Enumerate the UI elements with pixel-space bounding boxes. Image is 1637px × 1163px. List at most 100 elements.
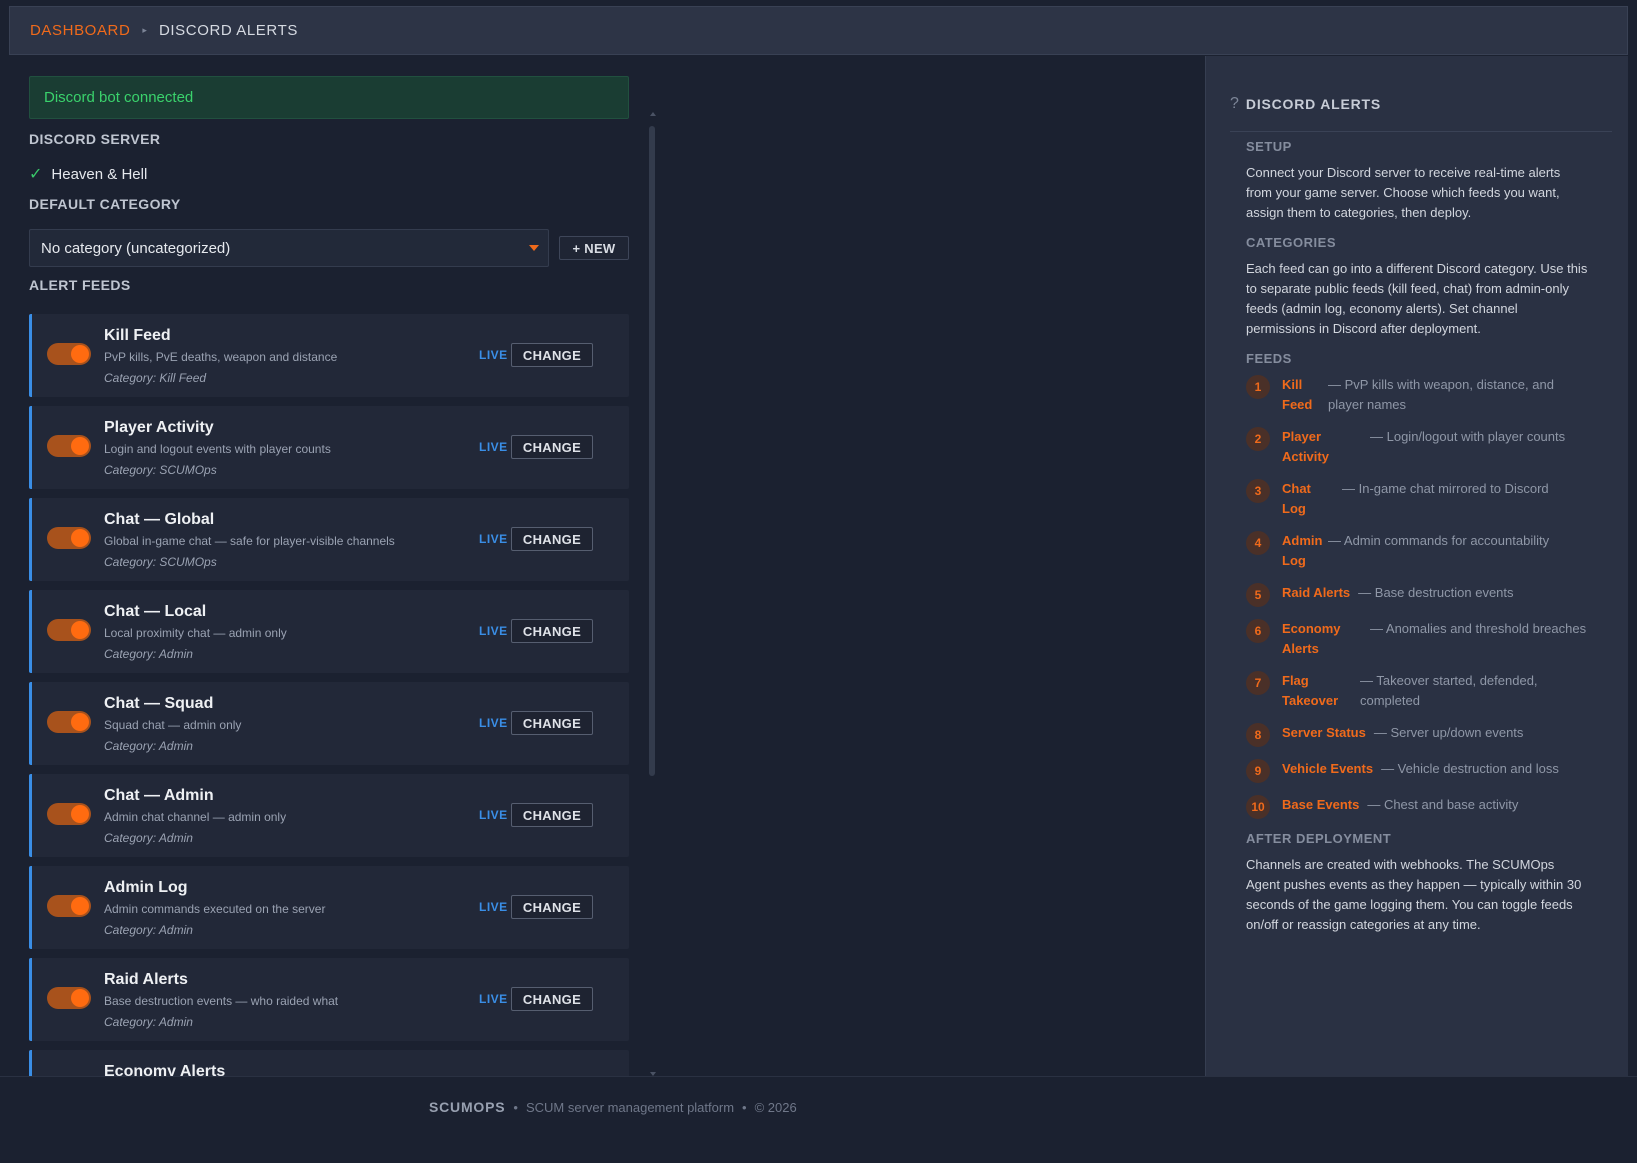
check-icon: ✓: [29, 166, 43, 183]
categories-heading: CATEGORIES: [1246, 235, 1336, 250]
help-feed-name: Chat Log: [1282, 481, 1311, 516]
change-category-button[interactable]: CHANGE: [511, 987, 593, 1011]
help-feed-text: Vehicle Events — Vehicle destruction and …: [1282, 759, 1559, 779]
feed-card: Admin Log Admin commands executed on the …: [29, 866, 629, 949]
help-feed-text: Admin Log — Admin commands for accountabi…: [1282, 531, 1549, 571]
footer-tagline: SCUM server management platform: [525, 1099, 735, 1115]
toggle-knob: [71, 529, 89, 547]
help-feed-description: — In-game chat mirrored to Discord: [1342, 481, 1549, 496]
feed-toggle[interactable]: [47, 895, 91, 917]
help-feed-name: Admin Log: [1282, 533, 1323, 568]
help-feed-name: Vehicle Events: [1282, 761, 1374, 776]
toggle-knob: [71, 345, 89, 363]
feed-card: Chat — Global Global in-game chat — safe …: [29, 498, 629, 581]
change-category-button[interactable]: CHANGE: [511, 435, 593, 459]
feed-description: Squad chat — admin only: [104, 718, 242, 732]
feed-card: Kill Feed PvP kills, PvE deaths, weapon a…: [29, 314, 629, 397]
categories-text: Each feed can go into a different Discor…: [1246, 261, 1588, 336]
default-category-label: DEFAULT CATEGORY: [29, 196, 181, 212]
feed-description: Admin chat channel — admin only: [104, 810, 287, 824]
default-category-value: No category (uncategorized): [41, 239, 231, 257]
feed-description: Base destruction events — who raided wha…: [104, 994, 339, 1008]
help-header: ? DISCORD ALERTS: [1230, 94, 1612, 132]
feed-number-badge: 1: [1246, 375, 1270, 399]
scrollbar-thumb[interactable]: [649, 126, 655, 776]
change-category-button[interactable]: CHANGE: [511, 803, 593, 827]
help-feed-list: 1 Kill Feed — PvP kills with weapon, dista…: [1246, 375, 1588, 819]
help-feed-description: — PvP kills with weapon, distance, and p…: [1328, 377, 1554, 412]
toggle-knob: [71, 437, 89, 455]
help-feed-description: — Takeover started, defended, completed: [1360, 673, 1538, 708]
feed-toggle[interactable]: [47, 527, 91, 549]
live-badge: LIVE: [479, 348, 508, 362]
feed-category: Category: Admin: [104, 831, 193, 845]
toggle-knob: [71, 897, 89, 915]
help-feed-item: 4 Admin Log — Admin commands for accountab…: [1246, 531, 1588, 571]
feed-title: Chat — Local: [104, 603, 207, 620]
feed-description: PvP kills, PvE deaths, weapon and distan…: [104, 350, 338, 364]
feed-card: Player Activity Login and logout events w…: [29, 406, 629, 489]
feed-toggle[interactable]: [47, 435, 91, 457]
help-feed-name: Kill Feed: [1282, 377, 1313, 412]
feed-toggle[interactable]: [47, 711, 91, 733]
help-feed-name: Player Activity: [1282, 429, 1329, 464]
feed-title: Raid Alerts: [104, 971, 188, 988]
live-badge: LIVE: [479, 624, 508, 638]
help-panel: ? DISCORD ALERTS SETUP Connect your Disc…: [1205, 56, 1628, 1076]
help-feed-description: — Admin commands for accountability: [1328, 533, 1550, 548]
breadcrumb-dashboard-link[interactable]: DASHBOARD: [30, 22, 130, 39]
help-feed-description: — Anomalies and threshold breaches: [1370, 621, 1587, 636]
change-category-button[interactable]: CHANGE: [511, 343, 593, 367]
help-feed-name: Base Events: [1282, 797, 1360, 812]
feed-category: Category: Admin: [104, 923, 193, 937]
change-category-button[interactable]: CHANGE: [511, 895, 593, 919]
main-content: Discord bot connected DISCORD SERVER ✓ H…: [9, 56, 1205, 1076]
help-feed-name: Economy Alerts: [1282, 621, 1341, 656]
feed-title: Player Activity: [104, 419, 214, 436]
help-feed-text: Player Activity — Login/logout with playe…: [1282, 427, 1565, 467]
change-category-button[interactable]: CHANGE: [511, 711, 593, 735]
feed-toggle[interactable]: [47, 343, 91, 365]
alert-feeds-list: Kill Feed PvP kills, PvE deaths, weapon a…: [29, 314, 629, 1076]
feed-card: Chat — Local Local proximity chat — admin…: [29, 590, 629, 673]
default-category-select[interactable]: No category (uncategorized): [29, 229, 549, 267]
help-feed-item: 10 Base Events — Chest and base activity: [1246, 795, 1588, 819]
change-category-button[interactable]: CHANGE: [511, 527, 593, 551]
live-badge: LIVE: [479, 808, 508, 822]
footer-copyright: © 2026: [754, 1099, 797, 1115]
feed-number-badge: 7: [1246, 671, 1270, 695]
discord-server-label: DISCORD SERVER: [29, 131, 161, 147]
feed-toggle[interactable]: [47, 619, 91, 641]
new-category-button[interactable]: + NEW: [559, 236, 629, 260]
change-category-button[interactable]: CHANGE: [511, 619, 593, 643]
help-feed-description: — Chest and base activity: [1367, 797, 1519, 812]
footer-content: SCUMOPS • SCUM server management platfor…: [429, 1099, 797, 1115]
feed-description: Global in-game chat — safe for player-vi…: [104, 534, 395, 548]
live-badge: LIVE: [479, 900, 508, 914]
feed-title: Economy Alerts: [104, 1063, 226, 1076]
feed-toggle[interactable]: [47, 987, 91, 1009]
footer-separator: •: [742, 1099, 747, 1115]
breadcrumb-separator-icon: ▸: [142, 25, 147, 35]
help-feed-item: 8 Server Status — Server up/down events: [1246, 723, 1588, 747]
live-badge: LIVE: [479, 992, 508, 1006]
help-feed-item: 5 Raid Alerts — Base destruction events: [1246, 583, 1588, 607]
help-feed-name: Flag Takeover: [1282, 673, 1339, 708]
live-badge: LIVE: [479, 716, 508, 730]
help-feed-text: Economy Alerts — Anomalies and threshold …: [1282, 619, 1586, 659]
help-feed-item: 2 Player Activity — Login/logout with play…: [1246, 427, 1588, 467]
help-feed-description: — Vehicle destruction and loss: [1381, 761, 1559, 776]
scrollbar[interactable]: [649, 116, 655, 1080]
feed-card: Raid Alerts Base destruction events — who…: [29, 958, 629, 1041]
feed-number-badge: 2: [1246, 427, 1270, 451]
help-feed-item: 1 Kill Feed — PvP kills with weapon, dista…: [1246, 375, 1588, 415]
help-feed-text: Server Status — Server up/down events: [1282, 723, 1523, 743]
feed-title: Kill Feed: [104, 327, 171, 344]
after-deployment-heading: AFTER DEPLOYMENT: [1246, 831, 1392, 846]
help-feed-name: Raid Alerts: [1282, 585, 1351, 600]
settings-panel[interactable]: Discord bot connected DISCORD SERVER ✓ H…: [29, 76, 629, 1076]
feeds-heading: FEEDS: [1246, 351, 1292, 366]
feed-title: Admin Log: [104, 879, 188, 896]
feed-toggle[interactable]: [47, 803, 91, 825]
help-feed-text: Raid Alerts — Base destruction events: [1282, 583, 1514, 603]
